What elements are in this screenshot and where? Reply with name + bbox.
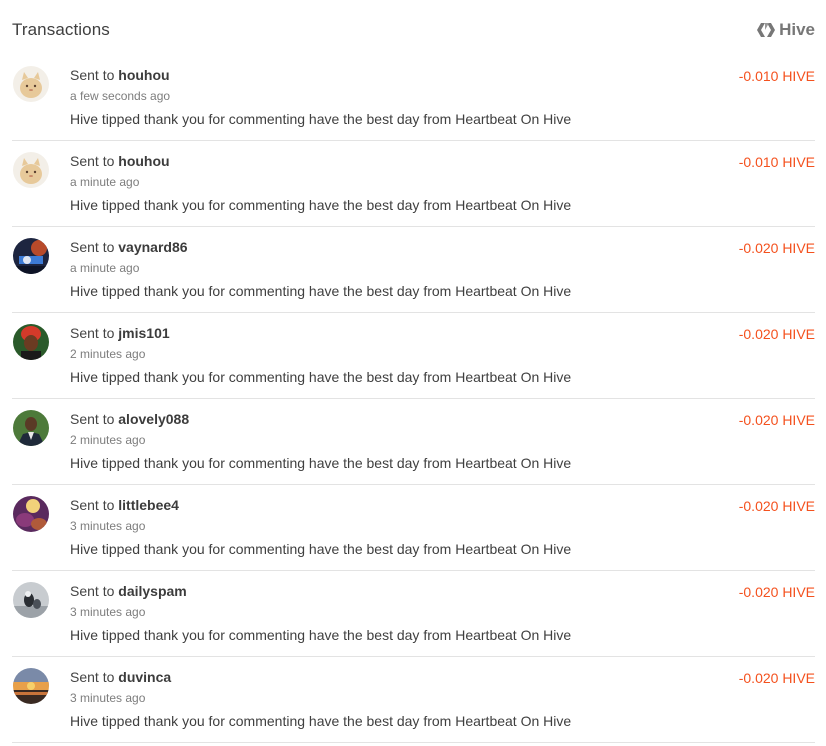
recipient-username[interactable]: houhou — [118, 153, 169, 169]
transaction-time: 3 minutes ago — [70, 605, 146, 619]
avatar[interactable] — [13, 668, 49, 704]
transaction-memo: Hive tipped thank you for commenting hav… — [70, 455, 572, 471]
avatar[interactable] — [13, 238, 49, 274]
recipient-username[interactable]: houhou — [118, 67, 169, 83]
recipient-username[interactable]: jmis101 — [118, 325, 169, 341]
avatar[interactable] — [13, 324, 49, 360]
hive-logo-icon — [757, 22, 776, 38]
avatar[interactable] — [13, 496, 49, 532]
transaction-amount: -0.020 HIVE — [738, 670, 815, 686]
recipient-username[interactable]: dailyspam — [118, 583, 186, 599]
sent-to-label: Sent to — [70, 325, 115, 341]
recipient-username[interactable]: duvinca — [118, 669, 171, 685]
transaction-amount: -0.010 HIVE — [738, 68, 815, 84]
transaction-time: 3 minutes ago — [70, 691, 146, 705]
transaction-amount: -0.020 HIVE — [738, 498, 815, 514]
transaction-description: Sent to houhou — [70, 153, 170, 169]
transaction-time: a few seconds ago — [70, 89, 171, 103]
avatar[interactable] — [13, 410, 49, 446]
transaction-memo: Hive tipped thank you for commenting hav… — [70, 541, 572, 557]
sent-to-label: Sent to — [70, 153, 115, 169]
transaction-row[interactable]: Sent to dailyspam 3 minutes ago Hive tip… — [12, 571, 815, 657]
hive-brand[interactable]: Hive — [757, 20, 815, 40]
transaction-amount: -0.010 HIVE — [738, 154, 815, 170]
transaction-row[interactable]: Sent to jmis101 2 minutes ago Hive tippe… — [12, 313, 815, 399]
transaction-row[interactable]: Sent to duvinca 3 minutes ago Hive tippe… — [12, 657, 815, 743]
sent-to-label: Sent to — [70, 239, 115, 255]
transaction-description: Sent to alovely088 — [70, 411, 189, 427]
recipient-username[interactable]: littlebee4 — [118, 497, 179, 513]
transaction-description: Sent to duvinca — [70, 669, 171, 685]
transaction-time: a minute ago — [70, 175, 140, 189]
transaction-description: Sent to jmis101 — [70, 325, 170, 341]
page-title: Transactions — [12, 20, 110, 39]
transaction-row[interactable]: Sent to vaynard86 a minute ago Hive tipp… — [12, 227, 815, 313]
transaction-amount: -0.020 HIVE — [738, 326, 815, 342]
recipient-username[interactable]: alovely088 — [118, 411, 189, 427]
transaction-description: Sent to houhou — [70, 67, 170, 83]
transaction-memo: Hive tipped thank you for commenting hav… — [70, 197, 572, 213]
transaction-description: Sent to dailyspam — [70, 583, 187, 599]
transaction-amount: -0.020 HIVE — [738, 412, 815, 428]
sent-to-label: Sent to — [70, 583, 115, 599]
transaction-memo: Hive tipped thank you for commenting hav… — [70, 627, 572, 643]
transaction-list: Sent to houhou a few seconds ago Hive ti… — [12, 55, 815, 743]
transaction-row[interactable]: Sent to alovely088 2 minutes ago Hive ti… — [12, 399, 815, 485]
transaction-row[interactable]: Sent to houhou a few seconds ago Hive ti… — [12, 55, 815, 141]
transaction-memo: Hive tipped thank you for commenting hav… — [70, 283, 572, 299]
transaction-time: 2 minutes ago — [70, 433, 146, 447]
recipient-username[interactable]: vaynard86 — [118, 239, 187, 255]
transaction-row[interactable]: Sent to littlebee4 3 minutes ago Hive ti… — [12, 485, 815, 571]
sent-to-label: Sent to — [70, 67, 115, 83]
transaction-description: Sent to littlebee4 — [70, 497, 179, 513]
sent-to-label: Sent to — [70, 497, 115, 513]
avatar[interactable] — [13, 66, 49, 102]
transaction-amount: -0.020 HIVE — [738, 584, 815, 600]
transaction-memo: Hive tipped thank you for commenting hav… — [70, 713, 572, 729]
transaction-amount: -0.020 HIVE — [738, 240, 815, 256]
transaction-time: 3 minutes ago — [70, 519, 146, 533]
transaction-memo: Hive tipped thank you for commenting hav… — [70, 369, 572, 385]
transaction-memo: Hive tipped thank you for commenting hav… — [70, 111, 572, 127]
sent-to-label: Sent to — [70, 411, 115, 427]
hive-brand-label: Hive — [779, 20, 815, 39]
avatar[interactable] — [13, 582, 49, 618]
transactions-header: Transactions Hive — [12, 18, 815, 42]
transaction-time: 2 minutes ago — [70, 347, 146, 361]
transaction-description: Sent to vaynard86 — [70, 239, 188, 255]
sent-to-label: Sent to — [70, 669, 115, 685]
transaction-time: a minute ago — [70, 261, 140, 275]
transaction-row[interactable]: Sent to houhou a minute ago Hive tipped … — [12, 141, 815, 227]
avatar[interactable] — [13, 152, 49, 188]
